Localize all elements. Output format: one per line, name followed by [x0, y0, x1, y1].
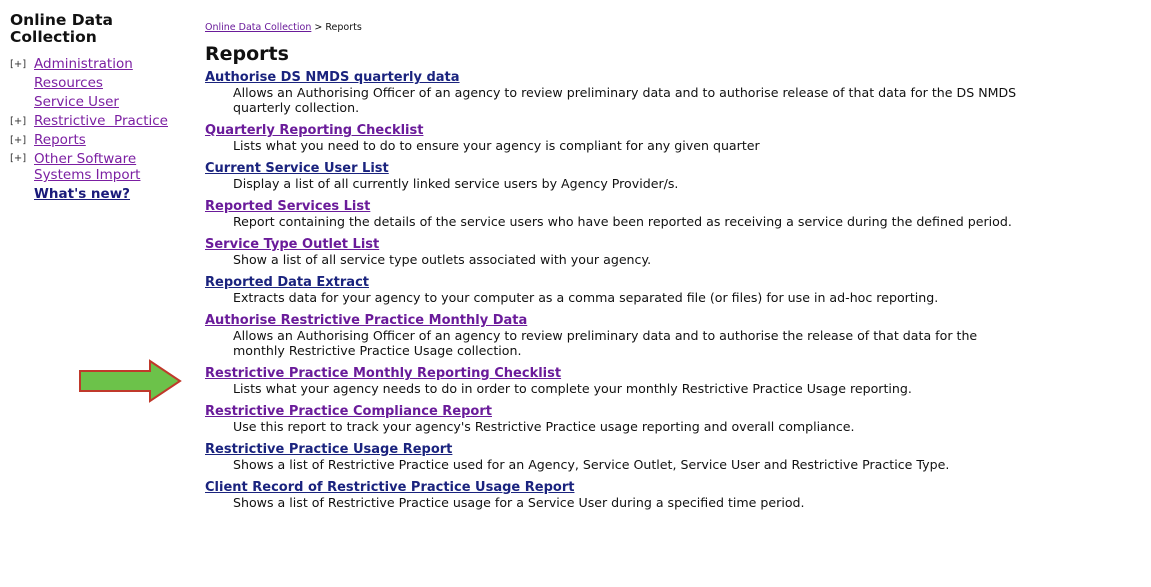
- report-item: Reported Services List Report containing…: [205, 199, 1145, 229]
- sidebar: Online Data Collection [+] Administratio…: [10, 12, 190, 204]
- report-description: Allows an Authorising Officer of an agen…: [233, 328, 978, 358]
- report-description: Shows a list of Restrictive Practice use…: [233, 457, 950, 472]
- report-item: Client Record of Restrictive Practice Us…: [205, 480, 1145, 510]
- sidebar-link-resources[interactable]: Resources: [34, 75, 103, 91]
- report-description: Shows a list of Restrictive Practice usa…: [233, 495, 805, 510]
- sidebar-link-restrictive-practice[interactable]: Restrictive Practice: [34, 113, 168, 129]
- report-link-reported-data-extract[interactable]: Reported Data Extract: [205, 275, 1145, 290]
- report-link-current-service-user-list[interactable]: Current Service User List: [205, 161, 1145, 176]
- expand-toggle[interactable]: [+]: [10, 131, 26, 150]
- report-description: Use this report to track your agency's R…: [233, 419, 855, 434]
- right-arrow-icon: [79, 359, 182, 403]
- breadcrumb-separator: >: [311, 22, 326, 33]
- report-item: Quarterly Reporting Checklist Lists what…: [205, 123, 1145, 153]
- sidebar-link-administration[interactable]: Administration: [34, 56, 133, 72]
- sidebar-item-restrictive-practice: [+] Restrictive Practice: [10, 112, 190, 131]
- expand-toggle[interactable]: [+]: [10, 112, 26, 131]
- report-item: Restrictive Practice Monthly Reporting C…: [205, 366, 1145, 396]
- report-description: Lists what your agency needs to do in or…: [233, 381, 912, 396]
- report-description: Extracts data for your agency to your co…: [233, 290, 939, 305]
- report-link-rp-monthly-checklist[interactable]: Restrictive Practice Monthly Reporting C…: [205, 366, 1145, 381]
- report-link-service-type-outlet-list[interactable]: Service Type Outlet List: [205, 237, 1145, 252]
- sidebar-item-reports: [+] Reports: [10, 131, 190, 150]
- sidebar-menu: [+] Administration Resources Service Use…: [10, 55, 190, 204]
- report-item: Authorise DS NMDS quarterly data Allows …: [205, 70, 1145, 115]
- report-link-quarterly-checklist[interactable]: Quarterly Reporting Checklist: [205, 123, 1145, 138]
- sidebar-item-whats-new: What's new?: [10, 185, 190, 204]
- report-link-authorise-rp-monthly[interactable]: Authorise Restrictive Practice Monthly D…: [205, 313, 1145, 328]
- report-link-reported-services-list[interactable]: Reported Services List: [205, 199, 1145, 214]
- sidebar-link-reports[interactable]: Reports: [34, 132, 86, 148]
- report-item-highlighted: Authorise Restrictive Practice Monthly D…: [205, 313, 1145, 358]
- breadcrumb-link-online-data-collection[interactable]: Online Data Collection: [205, 22, 311, 33]
- report-link-rp-compliance-report[interactable]: Restrictive Practice Compliance Report: [205, 404, 1145, 419]
- sidebar-item-administration: [+] Administration: [10, 55, 190, 74]
- report-link-authorise-ds-nmds[interactable]: Authorise DS NMDS quarterly data: [205, 70, 1145, 85]
- report-description: Report containing the details of the ser…: [233, 214, 1012, 229]
- report-item: Restrictive Practice Compliance Report U…: [205, 404, 1145, 434]
- report-item: Current Service User List Display a list…: [205, 161, 1145, 191]
- page-title: Reports: [205, 43, 289, 65]
- report-description: Display a list of all currently linked s…: [233, 176, 679, 191]
- sidebar-item-resources: Resources: [10, 74, 190, 93]
- report-description: Allows an Authorising Officer of an agen…: [233, 85, 1017, 115]
- sidebar-link-service-user[interactable]: Service User: [34, 94, 119, 110]
- sidebar-item-service-user: Service User: [10, 93, 190, 112]
- expand-toggle[interactable]: [+]: [10, 55, 26, 74]
- main-content: Online Data Collection > Reports Reports…: [205, 22, 1145, 518]
- breadcrumb: Online Data Collection > Reports: [205, 22, 1145, 33]
- report-item: Restrictive Practice Usage Report Shows …: [205, 442, 1145, 472]
- sidebar-title: Online Data Collection: [10, 11, 113, 46]
- expand-toggle[interactable]: [+]: [10, 151, 26, 167]
- report-link-client-record-rp-usage[interactable]: Client Record of Restrictive Practice Us…: [205, 480, 1145, 495]
- sidebar-item-other-software: [+] Other Software Systems Import: [10, 150, 190, 185]
- sidebar-link-other-software[interactable]: Other Software Systems Import: [34, 151, 164, 183]
- report-item: Service Type Outlet List Show a list of …: [205, 237, 1145, 267]
- report-description: Lists what you need to do to ensure your…: [233, 138, 760, 153]
- sidebar-link-whats-new[interactable]: What's new?: [34, 186, 130, 202]
- breadcrumb-current: Reports: [325, 22, 362, 33]
- report-description: Show a list of all service type outlets …: [233, 252, 652, 267]
- report-item: Reported Data Extract Extracts data for …: [205, 275, 1145, 305]
- report-link-rp-usage-report[interactable]: Restrictive Practice Usage Report: [205, 442, 1145, 457]
